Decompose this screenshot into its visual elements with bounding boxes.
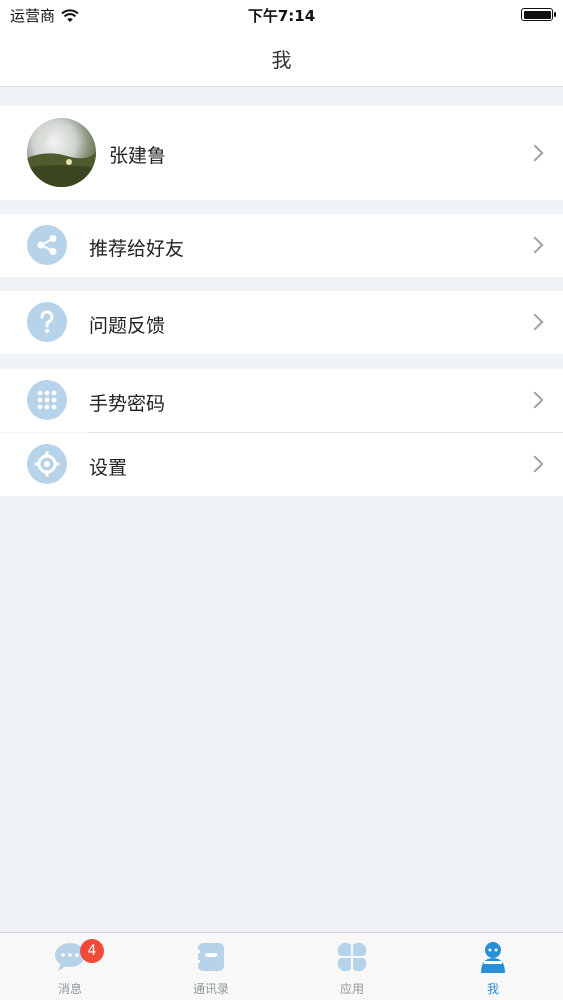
chevron-right-icon [526,455,544,473]
share-icon [27,225,67,265]
tab-apps[interactable]: 应用 [282,933,422,1000]
menu-item-feedback[interactable]: 问题反馈 [0,291,563,354]
question-icon [27,302,67,342]
profile-name: 张建鲁 [109,145,167,167]
menu-item-label: 设置 [89,457,128,479]
contacts-book-icon [195,941,227,977]
person-icon [478,941,508,979]
chevron-right-icon [526,236,544,254]
tab-label: 通讯录 [192,982,229,996]
status-bar: 运营商 下午7:14 [0,0,563,30]
tab-messages[interactable]: 4 消息 [0,933,140,1000]
tab-contacts[interactable]: 通讯录 [141,933,281,1000]
tab-label: 我 [486,982,499,996]
tab-me[interactable]: 我 [423,933,563,1000]
profile-row[interactable]: 张建鲁 [0,106,563,200]
unread-badge: 4 [80,939,104,963]
chevron-right-icon [526,144,544,162]
avatar [27,118,96,187]
menu-item-label: 推荐给好友 [89,238,185,260]
menu-item-settings[interactable]: 设置 [0,433,563,496]
tab-label: 消息 [57,982,82,996]
apps-clover-icon [336,941,368,977]
menu-item-label: 手势密码 [89,393,166,415]
keypad-grid-icon [27,380,67,420]
tab-label: 应用 [339,982,364,996]
tab-bar: 4 消息 通讯录 应用 我 [0,932,563,1000]
nav-bar: 我 [0,30,563,87]
battery-icon [521,8,556,21]
menu-item-gesture-password[interactable]: 手势密码 [0,369,563,432]
menu-item-label: 问题反馈 [89,315,166,337]
gear-icon [27,444,67,484]
menu-item-share[interactable]: 推荐给好友 [0,214,563,277]
chevron-right-icon [526,313,544,331]
status-time: 下午7:14 [247,7,316,25]
chevron-right-icon [526,391,544,409]
page-title: 我 [271,48,292,72]
